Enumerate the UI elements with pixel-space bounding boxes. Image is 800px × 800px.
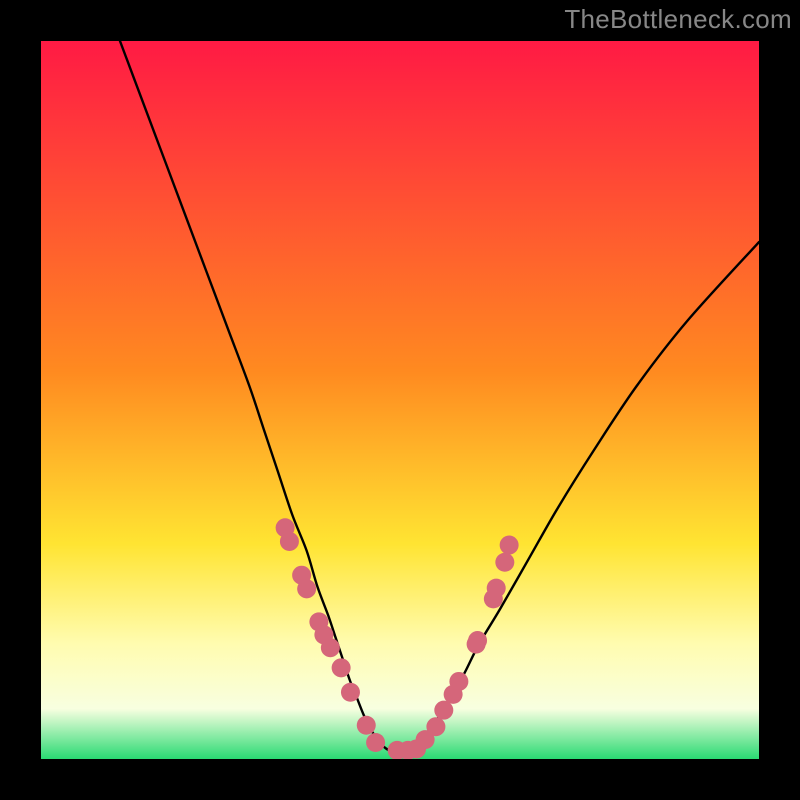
- data-marker: [341, 683, 360, 702]
- data-marker: [487, 579, 506, 598]
- gradient-background: [41, 41, 759, 759]
- data-marker: [426, 717, 445, 736]
- data-marker: [468, 631, 487, 650]
- chart-canvas: TheBottleneck.com: [0, 0, 800, 800]
- data-marker: [449, 672, 468, 691]
- plot-svg: [41, 41, 759, 759]
- data-marker: [321, 638, 340, 657]
- data-marker: [500, 536, 519, 555]
- data-marker: [495, 553, 514, 572]
- data-marker: [297, 579, 316, 598]
- data-marker: [357, 716, 376, 735]
- plot-area: [41, 41, 759, 759]
- watermark-text: TheBottleneck.com: [564, 4, 792, 35]
- data-marker: [280, 532, 299, 551]
- data-marker: [332, 658, 351, 677]
- data-marker: [366, 733, 385, 752]
- data-marker: [434, 701, 453, 720]
